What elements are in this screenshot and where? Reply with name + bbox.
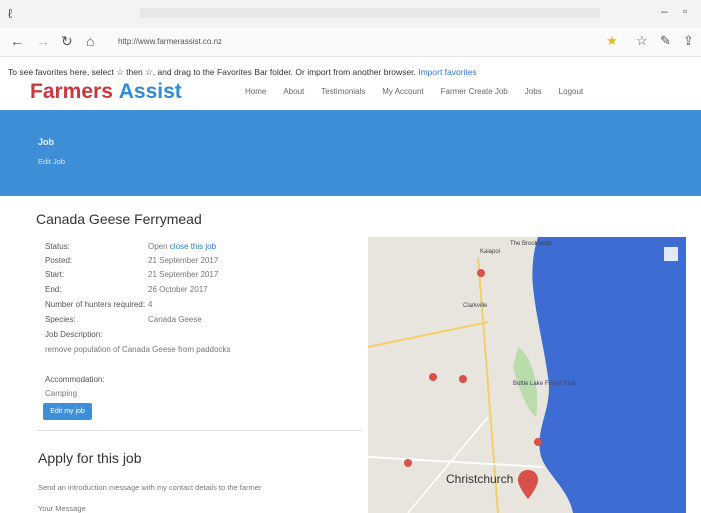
favorites-bar: To see favorites here, select ☆ then ☆, … [0, 63, 701, 79]
map-marker [477, 269, 485, 277]
hero-banner: Job Edit Job [0, 110, 701, 196]
status-text: Open [148, 242, 168, 251]
home-icon[interactable]: ⌂ [86, 33, 94, 49]
address-row: ← → ↻ ⌂ http://www.farmerassist.co.nz ★ … [0, 28, 701, 57]
status-label: Status: [45, 242, 70, 251]
apply-intro: Send an introduction message with my con… [38, 483, 262, 492]
posted-value: 21 September 2017 [148, 256, 219, 265]
back-icon[interactable]: ← [10, 33, 24, 49]
brand-second: Assist [118, 80, 182, 103]
nav-my-account[interactable]: My Account [382, 87, 423, 96]
status-value: Open close this job [148, 242, 216, 251]
forward-icon[interactable]: → [36, 33, 50, 49]
map-marker [459, 375, 467, 383]
nav-about[interactable]: About [283, 87, 304, 96]
end-label: End: [45, 285, 62, 294]
map-label-christchurch: Christchurch [446, 472, 513, 486]
species-label: Species: [45, 315, 76, 324]
browser-titlebar: ℓ – ▫ [0, 0, 701, 28]
close-job-link[interactable]: close this job [170, 242, 216, 251]
apply-heading: Apply for this job [38, 450, 142, 466]
map-sea [532, 237, 686, 513]
edit-job-button[interactable]: Edit my job [43, 403, 92, 420]
brand-first: Farmers [30, 80, 119, 103]
posted-label: Posted: [45, 256, 73, 265]
start-label: Start: [45, 270, 65, 279]
section-divider [36, 430, 362, 431]
address-bar[interactable]: http://www.farmerassist.co.nz [118, 37, 222, 46]
site-logo[interactable]: Farmers Assist [30, 80, 182, 104]
nav-logout[interactable]: Logout [559, 87, 583, 96]
start-value: 21 September 2017 [148, 270, 219, 279]
pen-note-icon[interactable]: ✎ [660, 33, 671, 49]
location-map[interactable]: Kaiapoi Clarkville The Brooklands Bottle… [368, 237, 686, 513]
fullscreen-icon [664, 247, 678, 261]
description-value: remove population of Canada Geese from p… [45, 345, 231, 354]
maximize-icon[interactable]: ▫ [683, 4, 687, 18]
favorites-hint: To see favorites here, select ☆ then ☆, … [8, 67, 416, 77]
refresh-icon[interactable]: ↻ [61, 33, 73, 50]
nav-home[interactable]: Home [245, 87, 266, 96]
map-label-park: Bottle Lake Forest Park [513, 381, 577, 387]
map-label-spit: The Brooklands [510, 241, 552, 247]
accommodation-label: Accommodation: [45, 375, 105, 384]
species-value: Canada Geese [148, 315, 202, 324]
nav-testimonials[interactable]: Testimonials [321, 87, 365, 96]
hunters-value: 4 [148, 300, 153, 309]
share-icon[interactable]: ⇪ [683, 33, 694, 49]
tab-strip[interactable] [140, 8, 600, 18]
map-label-kaiapoi: Kaiapoi [480, 249, 500, 255]
map-label-clarkville: Clarkville [463, 303, 488, 309]
map-marker [429, 373, 437, 381]
hunters-label: Number of hunters required: [45, 300, 146, 309]
nav-farmer-create-job[interactable]: Farmer Create Job [441, 87, 508, 96]
page-favicon-icon: ℓ [8, 6, 13, 21]
site-nav: Home About Testimonials My Account Farme… [245, 87, 583, 96]
end-value: 26 October 2017 [148, 285, 208, 294]
map-marker [404, 459, 412, 467]
nav-jobs[interactable]: Jobs [525, 87, 542, 96]
favorite-star-icon[interactable]: ★ [606, 33, 618, 49]
minimize-icon[interactable]: – [661, 4, 668, 18]
hero-title: Job [38, 137, 55, 147]
job-title: Canada Geese Ferrymead [36, 211, 202, 227]
hero-breadcrumb[interactable]: Edit Job [38, 157, 65, 166]
description-label: Job Description: [45, 330, 103, 339]
import-favorites-link[interactable]: Import favorites [418, 67, 477, 77]
message-label: Your Message [38, 504, 86, 513]
favorites-hub-icon[interactable]: ☆ [636, 33, 648, 49]
accommodation-value: Camping [45, 389, 78, 398]
map-marker [534, 438, 542, 446]
